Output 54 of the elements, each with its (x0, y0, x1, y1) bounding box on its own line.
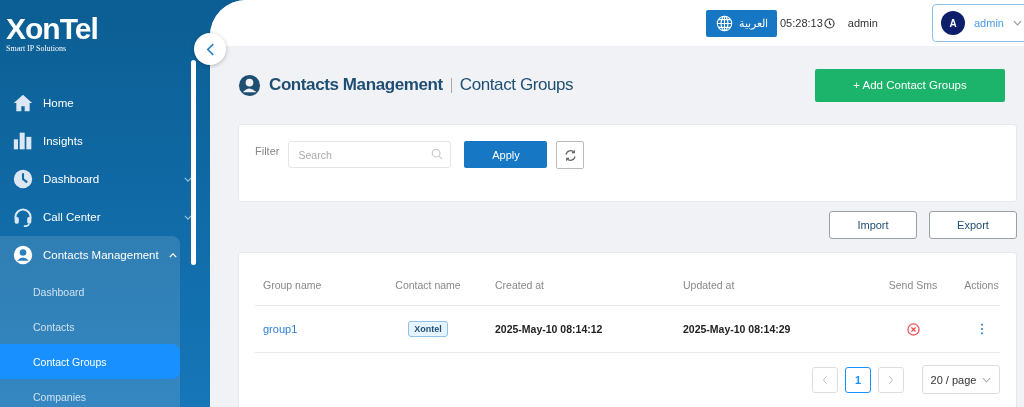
sidebar-item[interactable]: Contacts Management (0, 236, 180, 274)
column-header: Send Sms (887, 279, 939, 291)
table-cell-text: 2025-May-10 08:14:12 (494, 323, 604, 335)
sidebar-item[interactable]: Call Center (0, 198, 210, 236)
clock-icon (13, 169, 33, 189)
logo: XonTel Smart IP Solutions (5, 11, 99, 55)
apply-button[interactable]: Apply (464, 141, 548, 168)
chevron-left-icon (822, 374, 828, 385)
table-cell-text: 2025-May-10 08:14:29 (682, 323, 792, 335)
page-section-title: Contacts Management (269, 75, 443, 95)
chevron-left-icon (205, 42, 215, 56)
filter-label: Filter (255, 145, 280, 157)
username: admin (847, 17, 878, 29)
account-dropdown[interactable]: A admin (932, 4, 1024, 42)
submenu-item[interactable]: Dashboard (0, 274, 180, 309)
search-icon (431, 148, 444, 160)
column-header: Actions (963, 279, 1000, 291)
user-icon (13, 245, 33, 265)
home-icon (13, 93, 33, 113)
more-icon[interactable] (979, 323, 984, 335)
submenu-item[interactable]: Companies (0, 379, 180, 407)
page-button[interactable]: 1 (845, 366, 871, 393)
headset-icon (13, 207, 33, 227)
language-button[interactable]: العربية (706, 9, 777, 37)
scrollbar[interactable] (191, 60, 196, 265)
contact-tag: Xontel (408, 321, 448, 337)
user-icon (238, 73, 261, 97)
column-header: Contact name (394, 279, 462, 291)
column-header: Created at (494, 279, 546, 291)
refresh-button[interactable] (556, 141, 585, 169)
add-contact-groups-button[interactable]: + Add Contact Groups (815, 68, 1005, 102)
avatar: A (941, 11, 965, 35)
clock-icon (823, 17, 835, 29)
column-header: Updated at (682, 279, 736, 291)
page-size-select[interactable]: 20 / page (922, 365, 1000, 394)
globe-icon (715, 14, 733, 32)
chevron-right-icon (888, 374, 894, 385)
sidebar-item[interactable]: Insights (0, 122, 210, 160)
collapse-button[interactable] (194, 33, 226, 65)
caret-icon (982, 376, 992, 383)
sidebar-item[interactable]: Dashboard (0, 160, 210, 198)
refresh-icon (563, 148, 577, 162)
page-title: Contact Groups (459, 75, 574, 95)
bar-chart-icon (13, 131, 33, 151)
group-name-link[interactable]: group1 (263, 323, 298, 335)
submenu-item[interactable]: Contact Groups (0, 344, 180, 379)
search-field[interactable]: Search (288, 141, 452, 168)
action-button[interactable]: Import (829, 211, 917, 239)
clock-time: 05:28:13 (780, 17, 823, 29)
action-button[interactable]: Export (929, 211, 1017, 239)
sidebar-item[interactable]: Home (0, 84, 210, 122)
submenu-item[interactable]: Contacts (0, 309, 180, 344)
column-header: Group name (262, 279, 323, 291)
caret-icon (1012, 20, 1022, 26)
